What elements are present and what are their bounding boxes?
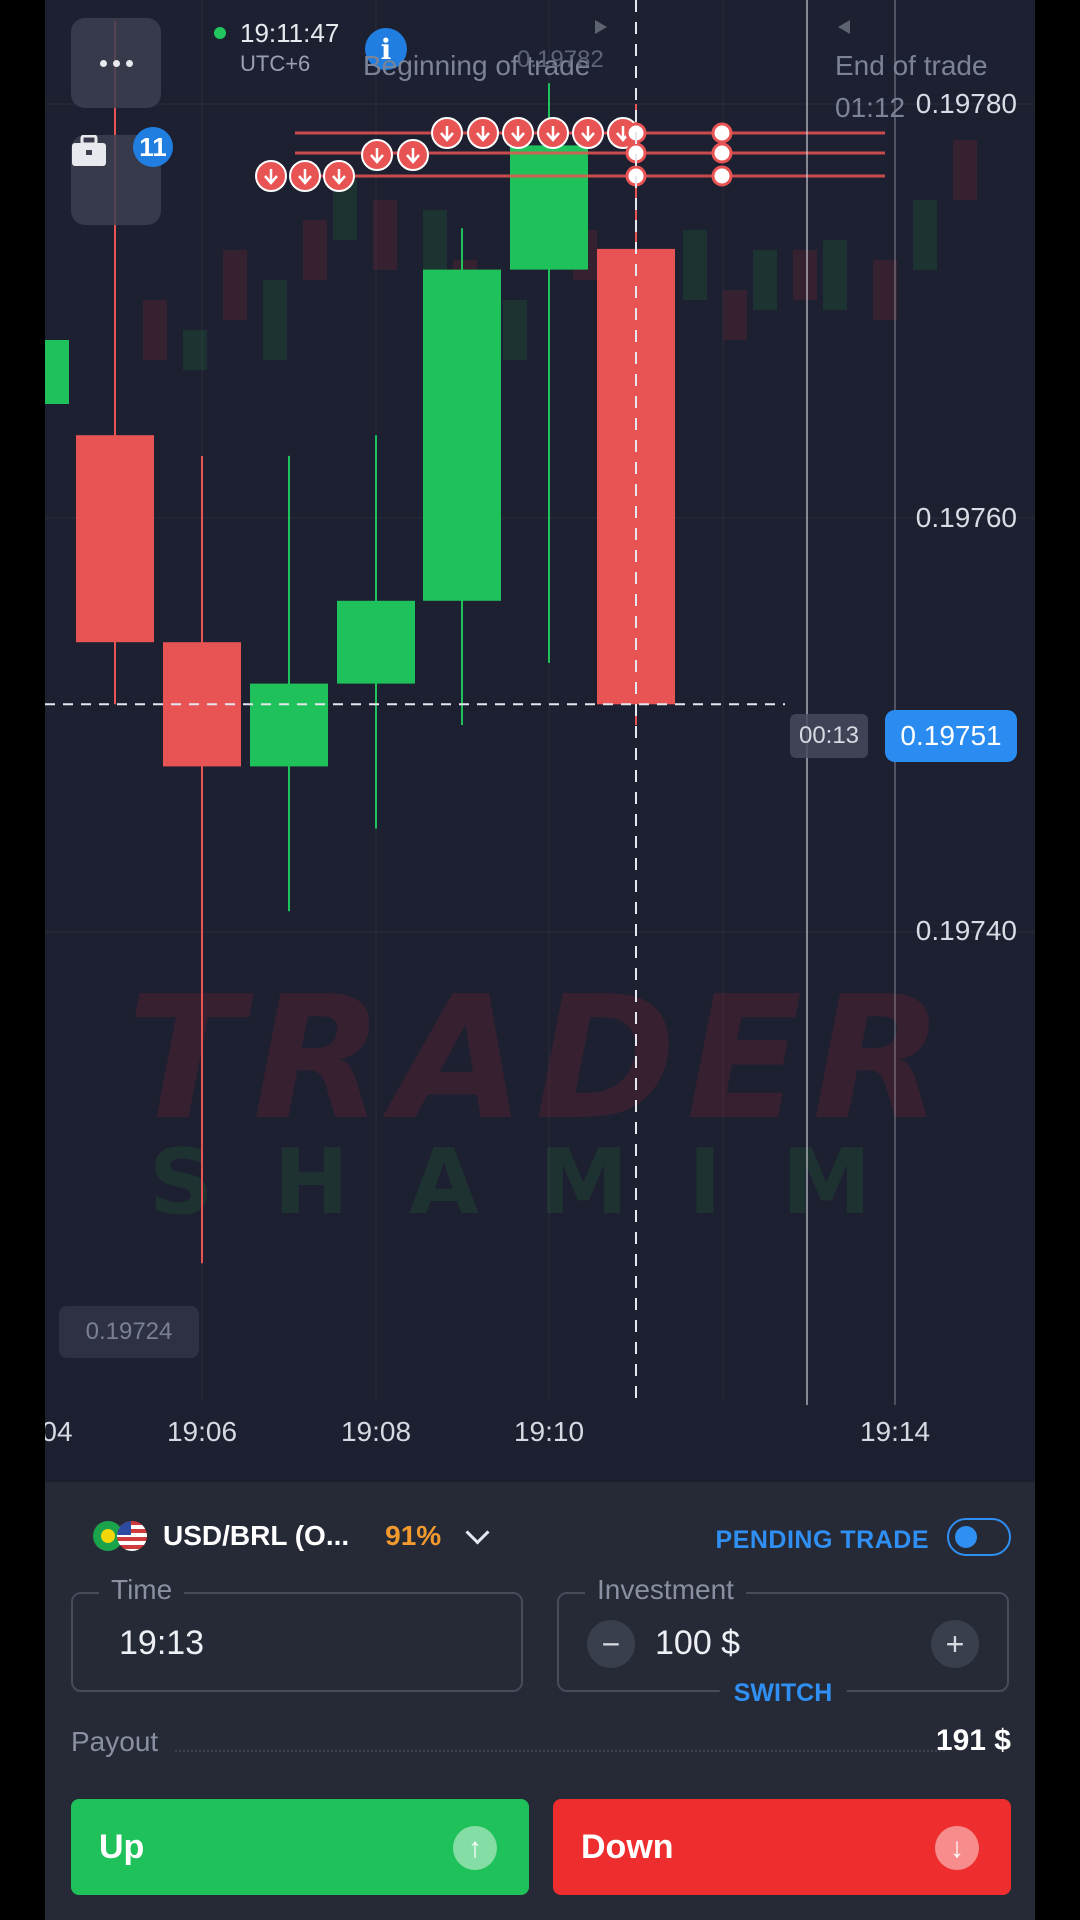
current-price-tag: 0.19751 <box>885 710 1017 762</box>
low-price-label: 0.19724 <box>59 1306 199 1358</box>
background-candle <box>503 300 527 360</box>
x-tick-label: 19:06 <box>166 1416 238 1447</box>
candle-body <box>250 683 328 767</box>
background-candle <box>953 140 977 200</box>
asset-name: USD/BRL (O... <box>163 1520 350 1551</box>
chevron-down-icon <box>465 1519 490 1545</box>
arrow-down-icon: ↓ <box>935 1826 979 1870</box>
asset-selector[interactable]: USD/BRL (O... 91% <box>93 1519 490 1552</box>
briefcase-icon <box>72 135 106 166</box>
background-candle <box>423 210 447 270</box>
arrow-up-icon: ↑ <box>453 1826 497 1870</box>
investment-field[interactable]: Investment − 100 $ + SWITCH <box>557 1574 1009 1708</box>
end-time-label: 01:12 <box>835 92 906 123</box>
menu-button[interactable] <box>71 18 161 108</box>
ghost-price-label: 0.19782 <box>517 46 604 73</box>
time-field-label: Time <box>99 1574 185 1606</box>
pending-trade-label[interactable]: PENDING TRADE <box>716 1526 929 1555</box>
end-marker-icon <box>838 20 850 34</box>
background-candle <box>753 250 777 310</box>
clock-time: 19:11:47 <box>240 18 340 48</box>
payout-value: 191 $ <box>935 1724 1011 1757</box>
us-flag-icon <box>117 1521 147 1551</box>
online-status-icon <box>214 27 226 39</box>
time-value[interactable]: 19:13 <box>119 1624 204 1663</box>
background-candle <box>373 200 397 270</box>
background-candle <box>723 290 747 340</box>
trade-end-dot <box>711 122 733 144</box>
up-button[interactable]: Up ↑ <box>71 1799 529 1895</box>
candle-body <box>423 269 501 601</box>
trade-panel: USD/BRL (O... 91% PENDING TRADE Time 19:… <box>45 1482 1035 1920</box>
decrease-investment-button[interactable]: − <box>587 1620 635 1668</box>
end-of-trade-label: End of trade <box>835 50 988 81</box>
payout-label: Payout <box>71 1726 159 1757</box>
x-tick-label: 04 <box>45 1416 73 1447</box>
beginning-marker-icon <box>595 20 607 34</box>
candle-body <box>45 340 69 404</box>
portfolio-badge: 11 <box>133 127 173 167</box>
server-clock: 19:11:47 UTC+6 <box>214 18 340 77</box>
price-label-top: 0.19780 <box>915 88 1017 119</box>
switch-button[interactable]: SWITCH <box>719 1679 847 1708</box>
background-candle <box>873 260 897 320</box>
time-field[interactable]: Time 19:13 <box>71 1574 523 1692</box>
background-candle <box>183 330 207 370</box>
portfolio-button[interactable]: 11 <box>71 127 173 225</box>
candle-body <box>510 145 588 270</box>
candle-body <box>337 600 415 684</box>
down-button[interactable]: Down ↓ <box>553 1799 1011 1895</box>
currency-flags-icon <box>93 1521 149 1551</box>
trading-app: TRADER SHAMIM 11 19:11:47 UTC+6 i Beginn… <box>45 0 1035 1920</box>
investment-field-label: Investment <box>585 1574 746 1606</box>
price-label-low: 0.19740 <box>915 915 1017 946</box>
background-candle <box>303 220 327 280</box>
candle-countdown: 00:13 <box>790 714 868 758</box>
trade-end-dot <box>711 165 733 187</box>
background-candle <box>913 200 937 270</box>
trade-end-dot <box>711 142 733 164</box>
more-horizontal-icon <box>99 59 133 67</box>
asset-payout-percent: 91% <box>385 1520 442 1551</box>
background-candle <box>263 280 287 360</box>
background-candle <box>143 300 167 360</box>
x-tick-label: 19:14 <box>859 1416 931 1447</box>
background-candle <box>683 230 707 300</box>
x-tick-label: 19:10 <box>513 1416 585 1447</box>
background-candle <box>823 240 847 310</box>
background-candle <box>793 250 817 300</box>
down-button-label: Down <box>581 1827 674 1866</box>
pending-trade-toggle[interactable] <box>947 1518 1011 1556</box>
increase-investment-button[interactable]: + <box>931 1620 979 1668</box>
background-candle <box>223 250 247 320</box>
x-tick-label: 19:08 <box>340 1416 412 1447</box>
candle-body <box>76 435 154 643</box>
clock-timezone: UTC+6 <box>240 51 311 76</box>
price-chart[interactable]: TRADER SHAMIM 11 19:11:47 UTC+6 i Beginn… <box>45 0 1035 1480</box>
up-button-label: Up <box>99 1827 145 1866</box>
investment-value[interactable]: 100 $ <box>655 1624 740 1663</box>
price-label-mid: 0.19760 <box>915 502 1017 533</box>
payout-divider <box>175 1750 945 1752</box>
